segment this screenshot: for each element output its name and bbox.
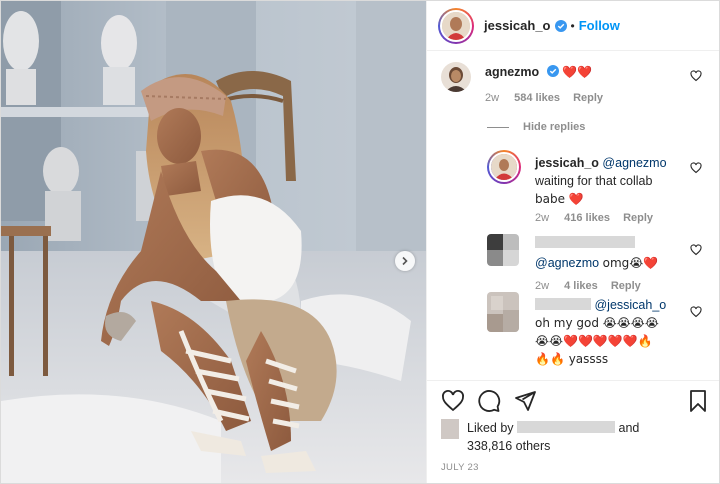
bookmark-icon[interactable] bbox=[686, 389, 710, 413]
liked-by-summary: Liked by and 338,816 others bbox=[441, 419, 639, 455]
reply-text-line2: babe ❤️ bbox=[535, 192, 584, 206]
reply-text-line1: waiting for that collab bbox=[535, 174, 653, 188]
share-icon[interactable] bbox=[513, 389, 537, 413]
post-side-panel: jessicah_o • Follow agnezmo ❤️❤️ 2w 584 … bbox=[426, 1, 719, 483]
heart-icon[interactable] bbox=[690, 70, 702, 82]
header-separator: • bbox=[570, 18, 575, 33]
chevron-right-icon bbox=[402, 256, 408, 266]
reply-meta: 2w 4 likes Reply bbox=[535, 280, 641, 292]
reply-age: 2w bbox=[535, 212, 550, 224]
post-header: jessicah_o • Follow bbox=[427, 1, 719, 51]
liked-by-text: Liked by and 338,816 others bbox=[467, 419, 639, 455]
comment-text: ❤️❤️ bbox=[562, 65, 593, 79]
post-image bbox=[1, 1, 426, 483]
replier-avatar[interactable] bbox=[487, 234, 519, 266]
reply-button[interactable]: Reply bbox=[573, 92, 603, 104]
comment-username[interactable]: agnezmo bbox=[485, 65, 539, 79]
reply-body: @jessicah_o oh my god 😭😭😭😭 😭😭❤️❤️❤️❤️❤️🔥… bbox=[535, 296, 695, 368]
heart-icon[interactable] bbox=[441, 389, 465, 413]
reply-text-line3: 🔥🔥 yassss bbox=[535, 352, 609, 366]
author-avatar[interactable] bbox=[438, 7, 474, 44]
reply-body: jessicah_o @agnezmo waiting for that col… bbox=[535, 154, 685, 208]
reply-button[interactable]: Reply bbox=[611, 280, 641, 292]
heart-icon[interactable] bbox=[690, 306, 702, 318]
reply-meta: 2w 416 likes Reply bbox=[535, 212, 653, 224]
verified-badge-icon bbox=[546, 65, 559, 77]
redacted-username bbox=[535, 236, 635, 248]
reply-text: omg😭❤️ bbox=[602, 256, 659, 270]
reply-mention[interactable]: @agnezmo bbox=[535, 256, 599, 270]
heart-icon[interactable] bbox=[690, 244, 702, 256]
reply-body: @agnezmo omg😭❤️ bbox=[535, 234, 658, 272]
liked-by-prefix: Liked by bbox=[467, 421, 514, 435]
next-photo-button[interactable] bbox=[395, 251, 415, 271]
author-username[interactable]: jessicah_o bbox=[484, 18, 551, 33]
comments-list[interactable]: agnezmo ❤️❤️ 2w 584 likes Reply Hide rep… bbox=[427, 52, 719, 380]
heart-icon[interactable] bbox=[690, 162, 702, 174]
comment-item: agnezmo ❤️❤️ 2w 584 likes Reply bbox=[427, 52, 719, 114]
reply-button[interactable]: Reply bbox=[623, 212, 653, 224]
comment-body: agnezmo ❤️❤️ bbox=[485, 63, 592, 81]
replier-avatar[interactable] bbox=[487, 292, 519, 332]
comment-age: 2w bbox=[485, 92, 500, 104]
likes-count-link[interactable]: 338,816 others bbox=[467, 439, 550, 453]
verified-badge-icon bbox=[554, 19, 567, 32]
redacted-username bbox=[535, 298, 591, 310]
reply-item: @jessicah_o oh my god 😭😭😭😭 😭😭❤️❤️❤️❤️❤️🔥… bbox=[427, 292, 719, 380]
liker-avatar[interactable] bbox=[441, 419, 459, 439]
post-photo[interactable] bbox=[1, 1, 426, 483]
post-date[interactable]: JULY 23 bbox=[441, 462, 479, 473]
reply-likes[interactable]: 4 likes bbox=[564, 280, 598, 292]
follow-button[interactable]: Follow bbox=[579, 18, 620, 33]
comment-likes[interactable]: 584 likes bbox=[514, 92, 560, 104]
commenter-avatar[interactable] bbox=[441, 62, 471, 92]
post-actions-section: Liked by and 338,816 others JULY 23 bbox=[427, 380, 719, 483]
reply-username[interactable]: jessicah_o bbox=[535, 156, 599, 170]
comment-icon[interactable] bbox=[477, 389, 501, 413]
reply-likes[interactable]: 416 likes bbox=[564, 212, 610, 224]
action-icons-row bbox=[441, 389, 712, 415]
reply-mention[interactable]: @agnezmo bbox=[602, 156, 666, 170]
hide-replies-label: Hide replies bbox=[523, 121, 586, 133]
reply-age: 2w bbox=[535, 280, 550, 292]
reply-text-line2: 😭😭❤️❤️❤️❤️❤️🔥 bbox=[535, 334, 653, 348]
comment-meta: 2w 584 likes Reply bbox=[485, 92, 603, 104]
redacted-liker-name bbox=[517, 421, 616, 433]
replier-avatar[interactable] bbox=[487, 150, 521, 184]
reply-text-line1: oh my god 😭😭😭😭 bbox=[535, 316, 659, 330]
divider-line bbox=[487, 126, 509, 128]
liked-by-and: and bbox=[618, 421, 640, 435]
instagram-post-window: jessicah_o • Follow agnezmo ❤️❤️ 2w 584 … bbox=[0, 0, 720, 484]
reply-mention[interactable]: @jessicah_o bbox=[594, 298, 666, 312]
hide-replies-button[interactable]: Hide replies bbox=[487, 121, 585, 133]
